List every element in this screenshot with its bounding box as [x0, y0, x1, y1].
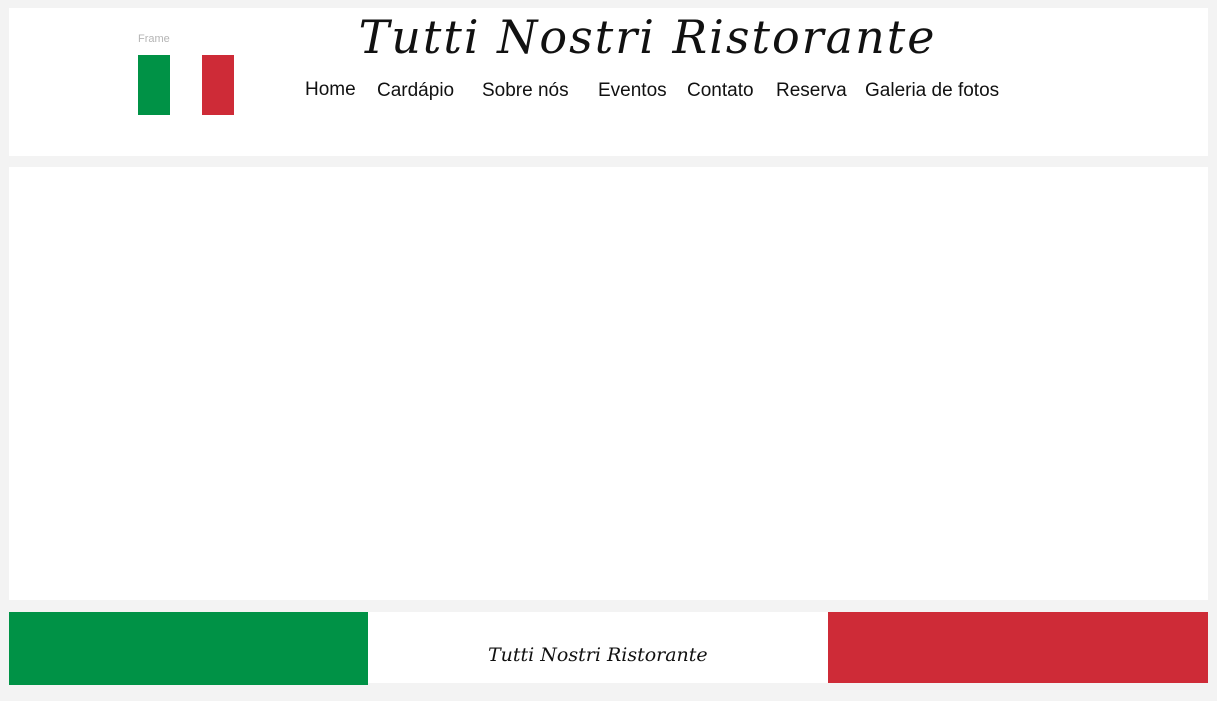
site-title: Tutti Nostri Ristorante	[358, 10, 937, 64]
flag-red-stripe	[202, 55, 234, 115]
nav-item-contato[interactable]: Contato	[687, 80, 754, 102]
footer-red-band	[828, 612, 1208, 683]
nav-item-reserva[interactable]: Reserva	[776, 80, 847, 102]
footer: Tutti Nostri Ristorante	[9, 612, 1208, 685]
footer-green-band	[9, 612, 368, 685]
main-content-area	[9, 167, 1208, 600]
nav-item-eventos[interactable]: Eventos	[598, 80, 667, 102]
footer-white-band: Tutti Nostri Ristorante	[368, 612, 828, 683]
nav-item-home[interactable]: Home	[305, 79, 356, 101]
nav-item-sobre-nos[interactable]: Sobre nós	[482, 80, 569, 102]
flag-white-stripe	[170, 55, 202, 115]
flag-green-stripe	[138, 55, 170, 115]
nav-item-galeria-de-fotos[interactable]: Galeria de fotos	[865, 80, 999, 102]
header: Frame Tutti Nostri Ristorante Home Cardá…	[9, 8, 1208, 156]
italian-flag	[138, 55, 234, 115]
nav-item-cardapio[interactable]: Cardápio	[377, 80, 454, 102]
footer-title: Tutti Nostri Ristorante	[488, 644, 708, 666]
